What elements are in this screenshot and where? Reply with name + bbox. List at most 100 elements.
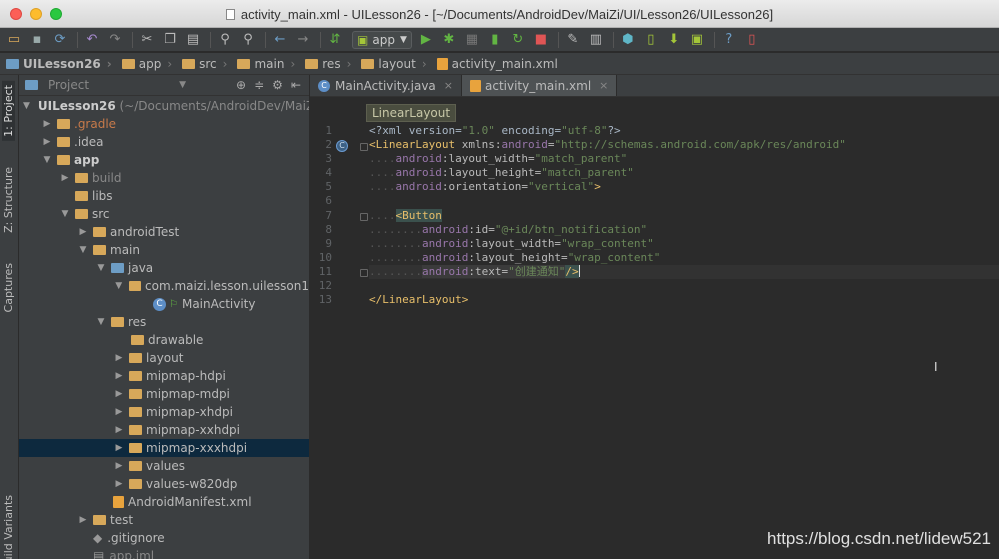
module-file-icon: ▤	[93, 549, 105, 559]
sync-icon[interactable]: ⟳	[50, 30, 70, 50]
tree-item-res[interactable]: ▼ res	[19, 313, 309, 331]
tree-item-values-w820dp[interactable]: ▶ values-w820dp	[19, 475, 309, 493]
xml-file-icon	[436, 57, 448, 70]
chevron-down-icon[interactable]: ▼	[179, 80, 186, 90]
breadcrumb-item-project[interactable]: UILesson26	[6, 57, 118, 71]
main-toolbar: ▭ ▪ ⟳ ↶ ↷ ✂ ❐ ▤ ⚲ ⚲ ← → ⇵ ▣ app ▼ ▶ ✱ ▦ …	[0, 28, 999, 52]
code-line-9: ........android:layout_width="wrap_conte…	[369, 236, 654, 250]
open-folder-icon[interactable]: ▭	[4, 30, 24, 50]
breadcrumb-item-layout[interactable]: layout	[361, 57, 432, 71]
tree-item-src[interactable]: ▼ src	[19, 205, 309, 223]
tool-tab-structure[interactable]: Z: Structure	[2, 167, 15, 233]
close-icon[interactable]: ×	[599, 79, 608, 92]
save-icon[interactable]: ▪	[27, 30, 47, 50]
tree-item-main[interactable]: ▼ main	[19, 241, 309, 259]
tree-item-gitignore[interactable]: ◆ .gitignore	[19, 529, 309, 547]
class-icon: C	[318, 79, 330, 92]
tab-activity-main-xml[interactable]: activity_main.xml ×	[462, 75, 618, 96]
project-structure-icon[interactable]: ✎	[563, 30, 583, 50]
apply-changes-icon[interactable]: ↻	[508, 30, 528, 50]
breadcrumb-item-file[interactable]: activity_main.xml	[436, 57, 570, 71]
debug-icon[interactable]: ✱	[439, 30, 459, 50]
tree-item-gradle[interactable]: ▶ .gradle	[19, 115, 309, 133]
collapse-all-icon[interactable]: ≑	[254, 78, 264, 92]
copy-icon[interactable]: ❐	[160, 30, 180, 50]
stop-icon[interactable]: ■	[531, 30, 551, 50]
sdk-manager-icon[interactable]: ⬇	[664, 30, 684, 50]
cut-icon[interactable]: ✂	[137, 30, 157, 50]
breadcrumb-item-res[interactable]: res	[305, 57, 357, 71]
hide-panel-icon[interactable]: ⇤	[291, 78, 301, 92]
fold-marker-icon[interactable]	[360, 143, 368, 151]
line-number: 11	[318, 264, 332, 278]
toolbar-divider	[612, 31, 614, 48]
make-project-icon[interactable]: ⇵	[325, 30, 345, 50]
git-file-icon: ◆	[93, 531, 103, 545]
tree-item-mipmap-xxhdpi[interactable]: ▶ mipmap-xxhdpi	[19, 421, 309, 439]
android-monitor-icon[interactable]: ▣	[687, 30, 707, 50]
forward-icon[interactable]: →	[293, 30, 313, 50]
breadcrumb: UILesson26 app src main res layout activ…	[0, 53, 999, 75]
tree-item-mipmap-xxxhdpi[interactable]: ▶ mipmap-xxxhdpi	[19, 439, 309, 457]
tool-tab-build-variants[interactable]: Build Variants	[2, 495, 15, 559]
device-icon[interactable]: ▯	[742, 30, 762, 50]
tree-item-drawable[interactable]: drawable	[19, 331, 309, 349]
folder-icon	[237, 58, 251, 69]
tree-item-mipmap-xhdpi[interactable]: ▶ mipmap-xhdpi	[19, 403, 309, 421]
code-editor[interactable]: LinearLayout 1 2 3 4 5 6 7 8 9 10 11 12 …	[310, 97, 999, 559]
folder-icon	[93, 515, 106, 525]
chevron-down-icon: ▼	[97, 317, 105, 327]
tree-item-main-activity[interactable]: C ⚐ MainActivity	[19, 295, 309, 313]
gradle-sync-icon[interactable]: ⬢	[618, 30, 638, 50]
breadcrumb-item-app[interactable]: app	[121, 57, 178, 71]
folder-icon	[131, 335, 144, 345]
tree-item-android-manifest[interactable]: AndroidManifest.xml	[19, 493, 309, 511]
tree-item-values[interactable]: ▶ values	[19, 457, 309, 475]
tab-main-activity-java[interactable]: C MainActivity.java ×	[310, 75, 462, 96]
tree-item-java[interactable]: ▼ java	[19, 259, 309, 277]
fold-marker-icon[interactable]	[360, 269, 368, 277]
window-title: activity_main.xml - UILesson26 - [~/Docu…	[0, 7, 999, 22]
tree-item-package[interactable]: ▼ com.maizi.lesson.uilesson1	[19, 277, 309, 295]
tree-item-project-root[interactable]: ▼UILesson26 (~/Documents/AndroidDev/MaiZ…	[19, 97, 309, 115]
tool-tab-captures[interactable]: Captures	[2, 263, 15, 312]
breadcrumb-item-src[interactable]: src	[182, 57, 233, 71]
android-icon: ▣	[357, 32, 369, 47]
tree-item-test[interactable]: ▶ test	[19, 511, 309, 529]
folder-icon	[75, 209, 88, 219]
tree-item-app[interactable]: ▼ app	[19, 151, 309, 169]
tree-item-mipmap-hdpi[interactable]: ▶ mipmap-hdpi	[19, 367, 309, 385]
tree-item-layout[interactable]: ▶ layout	[19, 349, 309, 367]
close-icon[interactable]: ×	[444, 79, 453, 92]
tree-item-idea[interactable]: ▶ .idea	[19, 133, 309, 151]
run-configuration-select[interactable]: ▣ app ▼	[352, 30, 412, 49]
tree-item-mipmap-mdpi[interactable]: ▶ mipmap-mdpi	[19, 385, 309, 403]
tool-tab-project[interactable]: 1: Project	[2, 81, 15, 141]
watermark-text: https://blog.csdn.net/lidew521	[767, 529, 991, 548]
find-icon[interactable]: ⚲	[215, 30, 235, 50]
avd-manager-icon[interactable]: ▯	[641, 30, 661, 50]
help-icon[interactable]: ?	[719, 30, 739, 50]
line-number: 10	[318, 250, 332, 264]
run-icon[interactable]: ▶	[416, 30, 436, 50]
tree-item-app-iml[interactable]: ▤ app.iml	[19, 547, 309, 559]
breadcrumb-item-main[interactable]: main	[237, 57, 301, 71]
tree-item-build[interactable]: ▶ build	[19, 169, 309, 187]
undo-icon[interactable]: ↶	[82, 30, 102, 50]
related-class-gutter-icon[interactable]: C	[336, 140, 348, 152]
device-manager-icon[interactable]: ▥	[586, 30, 606, 50]
attach-debugger-icon[interactable]: ▮	[485, 30, 505, 50]
tree-item-libs[interactable]: libs	[19, 187, 309, 205]
back-icon[interactable]: ←	[270, 30, 290, 50]
folder-icon	[129, 425, 142, 435]
replace-icon[interactable]: ⚲	[238, 30, 258, 50]
fold-marker-icon[interactable]	[360, 213, 368, 221]
redo-icon[interactable]: ↷	[105, 30, 125, 50]
folder-icon	[57, 119, 70, 129]
tree-item-android-test[interactable]: ▶ androidTest	[19, 223, 309, 241]
paste-icon[interactable]: ▤	[183, 30, 203, 50]
resource-folder-icon	[111, 317, 124, 327]
coverage-icon[interactable]: ▦	[462, 30, 482, 50]
locate-icon[interactable]: ⊕	[236, 78, 246, 92]
gear-icon[interactable]: ⚙	[272, 78, 283, 92]
